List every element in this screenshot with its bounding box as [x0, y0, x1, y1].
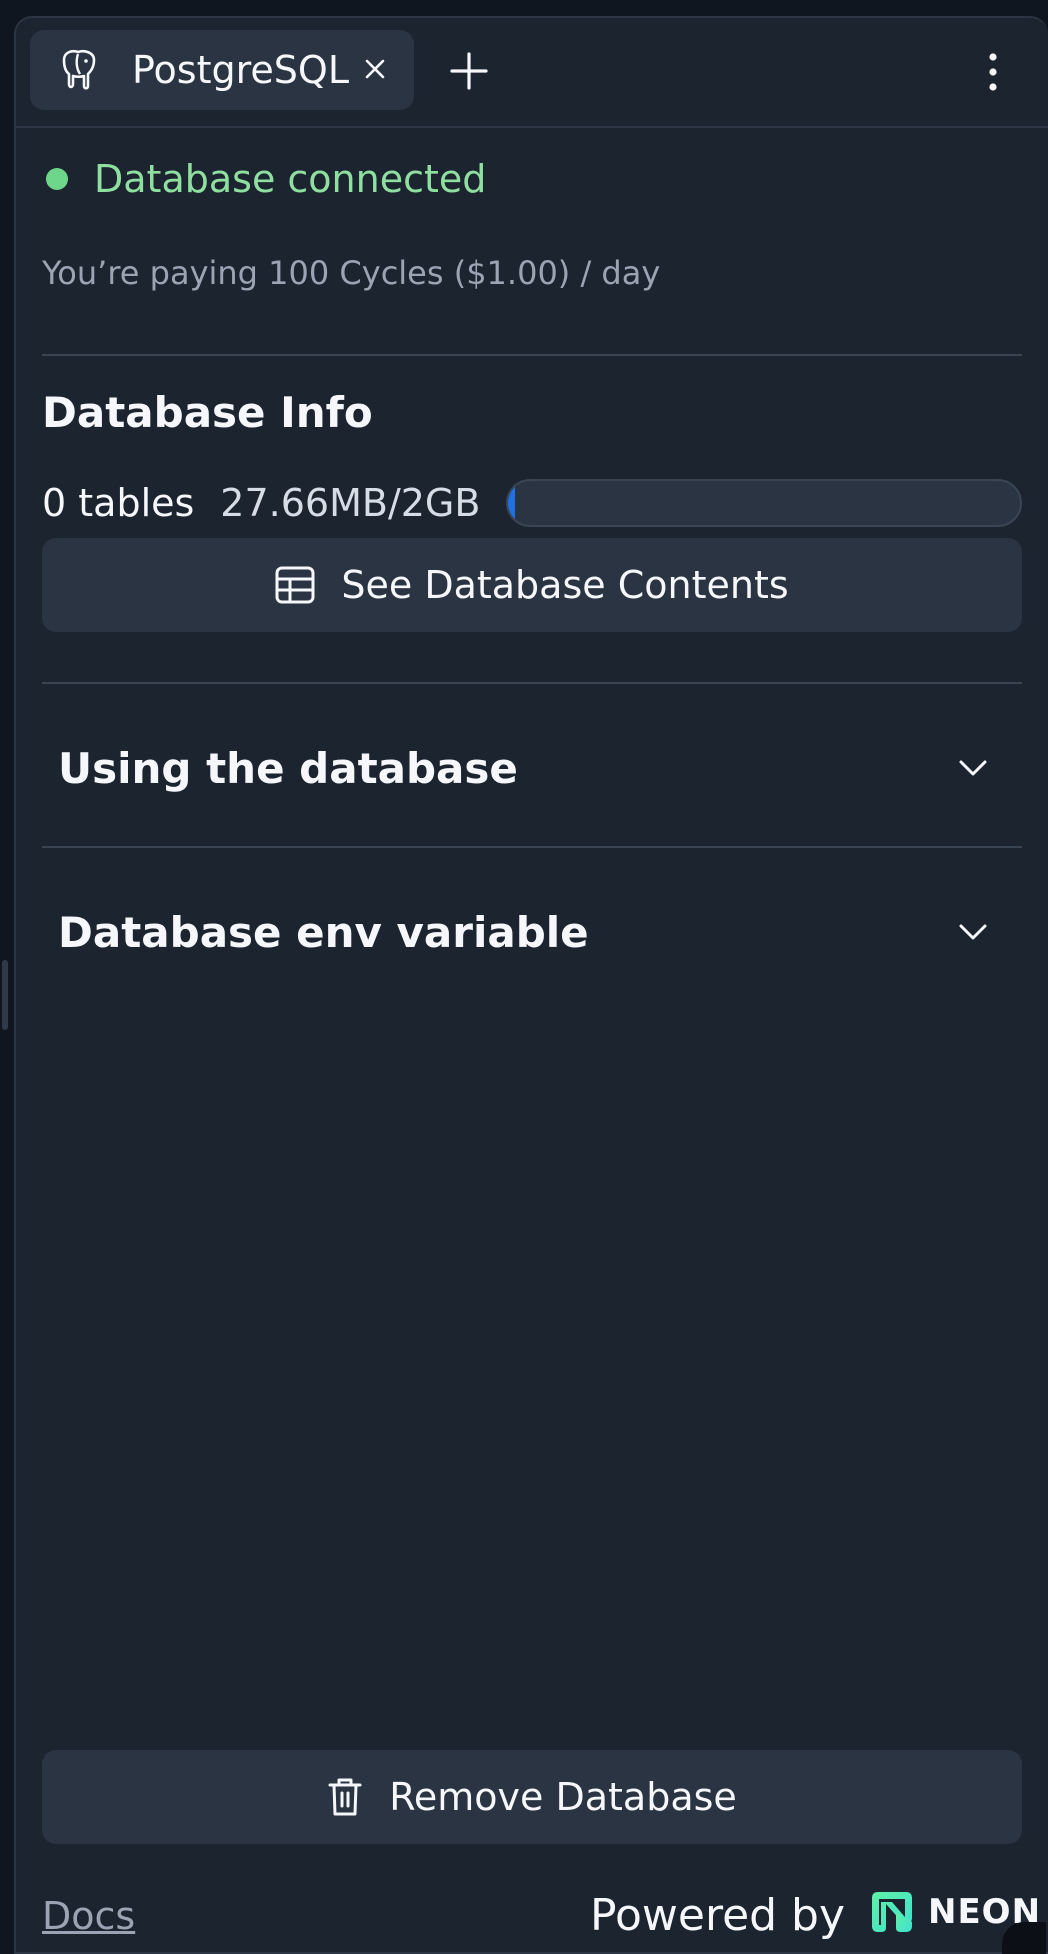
corner-overlay-icon[interactable]: [1002, 1922, 1046, 1954]
add-tab-icon[interactable]: [448, 50, 490, 92]
see-database-contents-label: See Database Contents: [341, 563, 789, 607]
accordion-title: Database env variable: [58, 907, 589, 957]
storage-progress-fill: [508, 481, 516, 525]
section-title-database-info: Database Info: [42, 388, 373, 437]
accordion-database-env-variable[interactable]: Database env variable: [42, 872, 1022, 992]
storage-usage: 27.66MB/2GB: [220, 481, 481, 525]
remove-database-button[interactable]: Remove Database: [42, 1750, 1022, 1844]
storage-progress-bar: [506, 479, 1022, 527]
neon-logo-icon: [872, 1892, 912, 1932]
divider: [42, 846, 1022, 848]
more-options-icon[interactable]: [986, 52, 1000, 92]
database-panel: PostgreSQL Database connected You’re pay…: [14, 16, 1048, 1954]
connection-status: Database connected: [42, 154, 486, 204]
remove-database-label: Remove Database: [389, 1775, 737, 1819]
divider: [42, 354, 1022, 356]
status-text: Database connected: [94, 157, 487, 201]
postgresql-elephant-icon: [62, 49, 96, 90]
trash-icon: [328, 1778, 362, 1816]
tab-label: PostgreSQL: [132, 48, 349, 92]
accordion-using-the-database[interactable]: Using the database: [42, 708, 1022, 828]
database-usage-row: 0 tables 27.66MB/2GB: [42, 473, 1022, 533]
billing-text: You’re paying 100 Cycles ($1.00) / day: [42, 254, 661, 292]
close-icon[interactable]: [360, 54, 390, 84]
table-grid-icon: [275, 566, 315, 604]
divider: [42, 682, 1022, 684]
see-database-contents-button[interactable]: See Database Contents: [42, 538, 1022, 632]
powered-by-text: Powered by: [590, 1890, 846, 1941]
resize-handle[interactable]: [2, 960, 8, 1030]
chevron-down-icon: [959, 760, 987, 776]
status-dot: [46, 168, 68, 190]
chevron-down-icon: [959, 924, 987, 940]
tab-bar: PostgreSQL: [16, 18, 1048, 128]
tab-postgresql[interactable]: PostgreSQL: [30, 30, 414, 110]
table-count: 0 tables: [42, 481, 195, 525]
accordion-title: Using the database: [58, 743, 518, 793]
docs-link[interactable]: Docs: [42, 1894, 135, 1938]
footer: Docs Powered by NEON: [42, 1886, 1040, 1946]
